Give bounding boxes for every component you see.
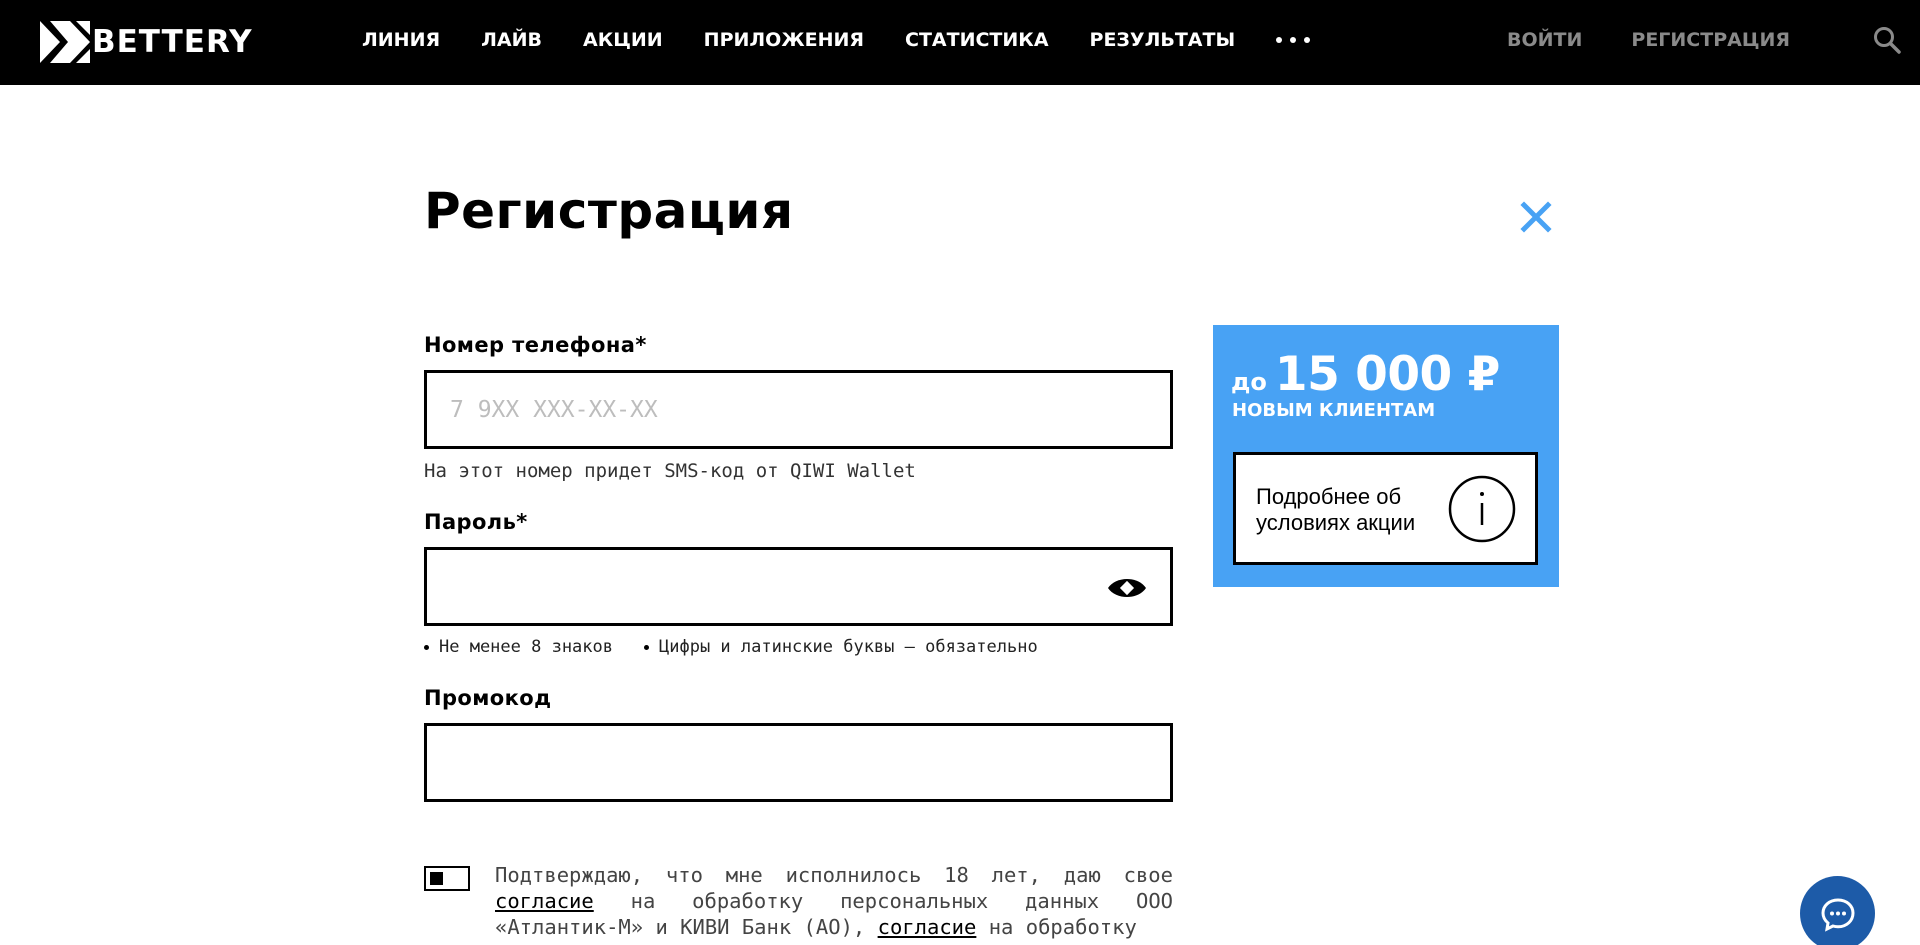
eye-icon[interactable]	[1106, 574, 1148, 602]
nav-item-results[interactable]: РЕЗУЛЬТАТЫ	[1090, 29, 1236, 51]
consent-text-part: Подтверждаю, что мне исполнилось 18 лет,…	[495, 863, 1173, 887]
promo-code-field	[424, 723, 1173, 802]
nav-item-apps[interactable]: ПРИЛОЖЕНИЯ	[704, 29, 864, 51]
close-icon[interactable]	[1520, 201, 1552, 233]
promo-code-label: Промокод	[424, 686, 552, 710]
logo-text: BETTERY	[92, 24, 253, 60]
dot	[1304, 37, 1311, 43]
login-link[interactable]: ВОЙТИ	[1507, 29, 1582, 51]
promo-subtitle: НОВЫМ КЛИЕНТАМ	[1232, 400, 1436, 421]
top-navigation-bar: BETTERY ЛИНИЯ ЛАЙВ АКЦИИ ПРИЛОЖЕНИЯ СТАТ…	[0, 0, 1920, 85]
consent-link[interactable]: согласие	[495, 889, 594, 913]
bullet	[644, 644, 649, 650]
promo-amount: до 15 000 ₽	[1231, 347, 1500, 402]
search-icon[interactable]	[1872, 25, 1902, 55]
consent-link[interactable]: согласие	[878, 915, 977, 939]
dot	[1290, 37, 1297, 43]
promo-sum: 15 000 ₽	[1274, 347, 1500, 402]
nav-item-live[interactable]: ЛАЙВ	[481, 29, 542, 51]
phone-label: Номер телефона*	[424, 333, 647, 357]
password-input[interactable]	[427, 550, 1170, 623]
promo-code-input[interactable]	[427, 726, 1170, 799]
nav-item-line[interactable]: ЛИНИЯ	[362, 29, 440, 51]
password-rule: Цифры и латинские буквы – обязательно	[644, 637, 1038, 657]
password-rule-text: Не менее 8 знаков	[439, 637, 613, 657]
password-rule-text: Цифры и латинские буквы – обязательно	[659, 637, 1038, 657]
consent-text: Подтверждаю, что мне исполнилось 18 лет,…	[495, 862, 1173, 940]
auth-area: ВОЙТИ РЕГИСТРАЦИЯ	[1507, 0, 1920, 80]
password-field	[424, 547, 1173, 626]
toggle-knob	[430, 872, 443, 885]
password-label: Пароль*	[424, 510, 528, 534]
password-rule: Не менее 8 знаков	[424, 637, 613, 657]
consent-text-part: на обработку	[976, 915, 1137, 939]
chat-button[interactable]	[1800, 876, 1875, 945]
logo-mark-icon	[40, 21, 90, 63]
password-rules: Не менее 8 знаков Цифры и латинские букв…	[424, 637, 1069, 657]
chat-icon	[1820, 897, 1855, 932]
page-title: Регистрация	[424, 182, 794, 240]
promo-card: до 15 000 ₽ НОВЫМ КЛИЕНТАМ Подробнее об …	[1213, 325, 1559, 587]
main-nav: ЛИНИЯ ЛАЙВ АКЦИИ ПРИЛОЖЕНИЯ СТАТИСТИКА Р…	[362, 0, 1311, 80]
info-icon	[1448, 475, 1516, 543]
bullet	[424, 644, 429, 650]
dot	[1276, 37, 1283, 43]
nav-item-statistics[interactable]: СТАТИСТИКА	[905, 29, 1049, 51]
phone-field	[424, 370, 1173, 449]
more-dots-icon[interactable]	[1276, 35, 1311, 45]
register-link[interactable]: РЕГИСТРАЦИЯ	[1631, 29, 1790, 51]
consent-toggle[interactable]	[424, 866, 470, 891]
promo-details-label: Подробнее об условиях акции	[1256, 484, 1416, 535]
promo-prefix: до	[1231, 368, 1267, 396]
phone-input[interactable]	[427, 373, 1170, 446]
promo-details-button[interactable]: Подробнее об условиях акции	[1233, 452, 1538, 565]
logo[interactable]: BETTERY	[40, 21, 253, 63]
phone-hint: На этот номер придет SMS-код от QIWI Wal…	[424, 460, 916, 482]
nav-item-promotions[interactable]: АКЦИИ	[583, 29, 663, 51]
